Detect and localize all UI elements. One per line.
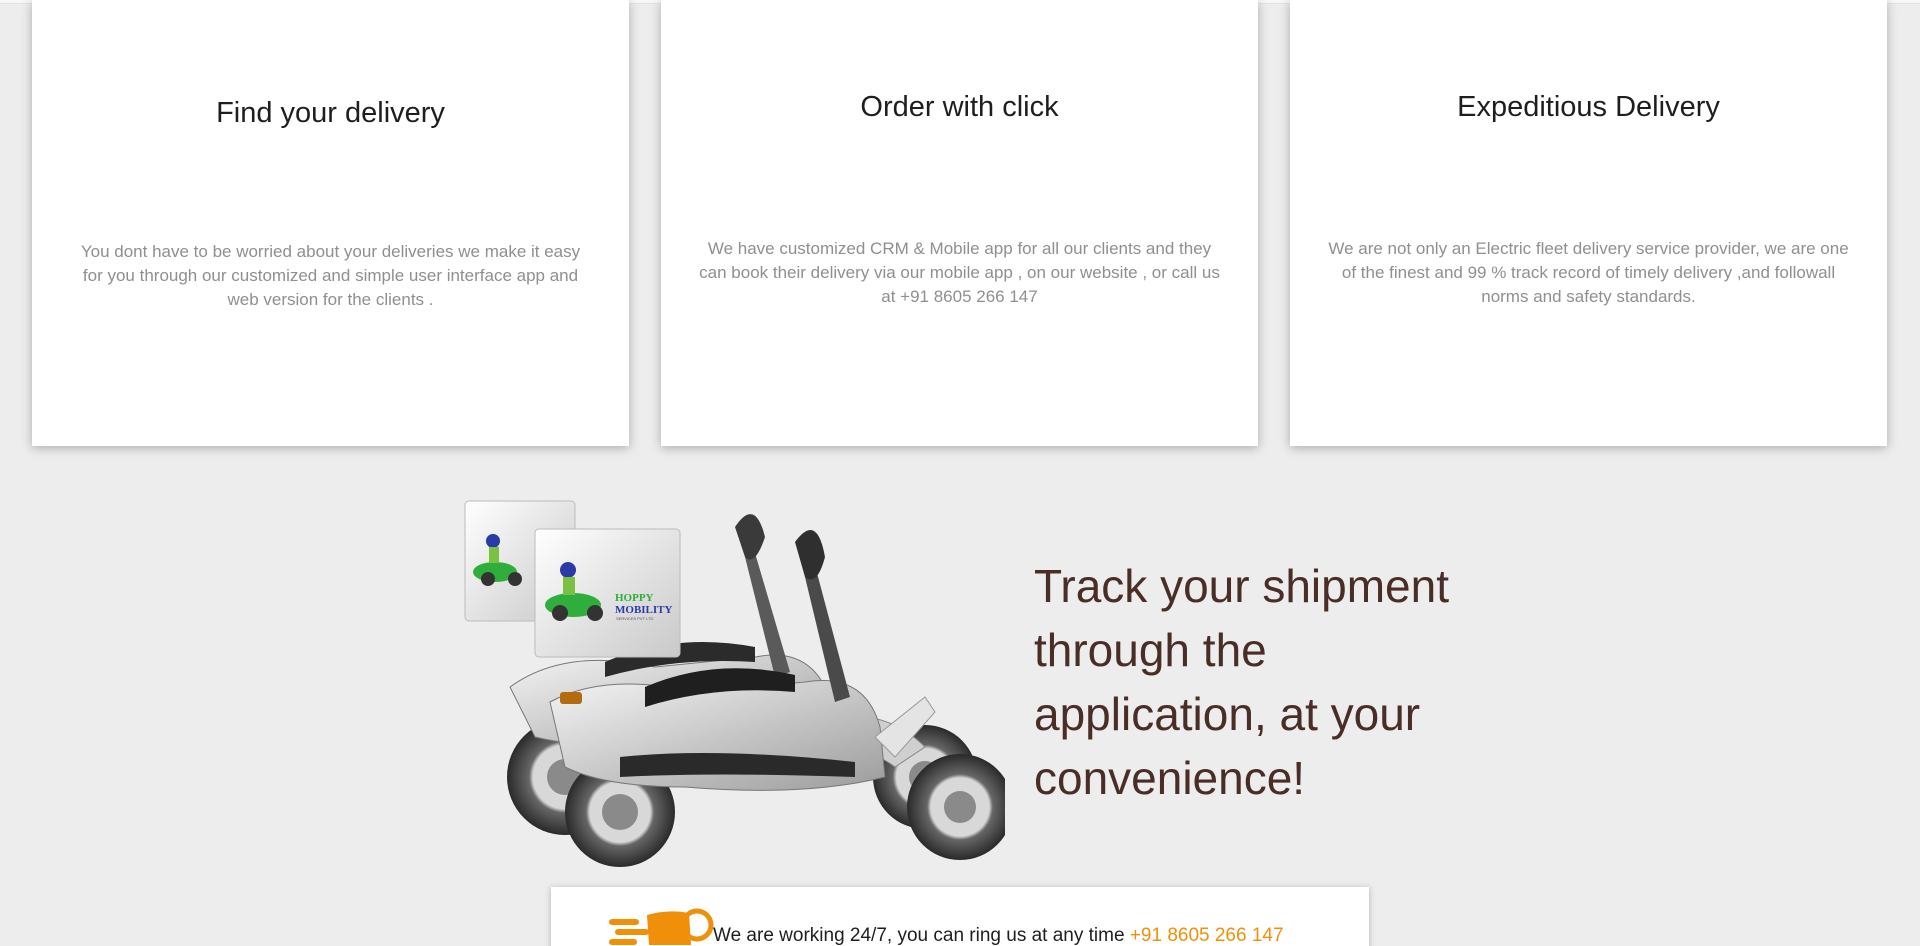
feature-card-order-with-click: Order with click We have customized CRM … <box>661 0 1258 446</box>
delivery-box-front: HOPPY MOBILITY SERVICES PVT LTD <box>534 528 681 658</box>
delivery-bike-icon <box>609 908 714 945</box>
contact-bar: We are working 24/7, you can ring us at … <box>551 887 1369 946</box>
feature-card-find-delivery: Find your delivery You dont have to be w… <box>32 0 629 446</box>
feature-description: We have customized CRM & Mobile app for … <box>699 239 1220 306</box>
scooter-image: HOPPY MOBILITY SERVICES PVT LTD <box>464 500 1005 867</box>
box-brand-line3: SERVICES PVT LTD <box>616 616 653 621</box>
page: Find your delivery You dont have to be w… <box>0 0 1920 946</box>
feature-title: Order with click <box>860 91 1059 123</box>
feature-title: Expeditious Delivery <box>1457 91 1720 123</box>
feature-description: You dont have to be worried about your d… <box>80 242 581 309</box>
feature-title: Find your delivery <box>216 97 445 129</box>
box-brand-line2: MOBILITY <box>615 604 673 616</box>
box-brand-line1: HOPPY <box>615 592 654 604</box>
feature-description: We are not only an Electric fleet delive… <box>1328 239 1849 306</box>
contact-phone-link[interactable]: +91 8605 266 147 <box>1130 925 1284 946</box>
promo-heading: Track your shipment through the applicat… <box>1034 560 1449 804</box>
contact-text: We are working 24/7, you can ring us at … <box>713 925 1284 946</box>
feature-card-expeditious-delivery: Expeditious Delivery We are not only an … <box>1290 0 1887 446</box>
contact-message: We are working 24/7, you can ring us at … <box>713 925 1125 946</box>
